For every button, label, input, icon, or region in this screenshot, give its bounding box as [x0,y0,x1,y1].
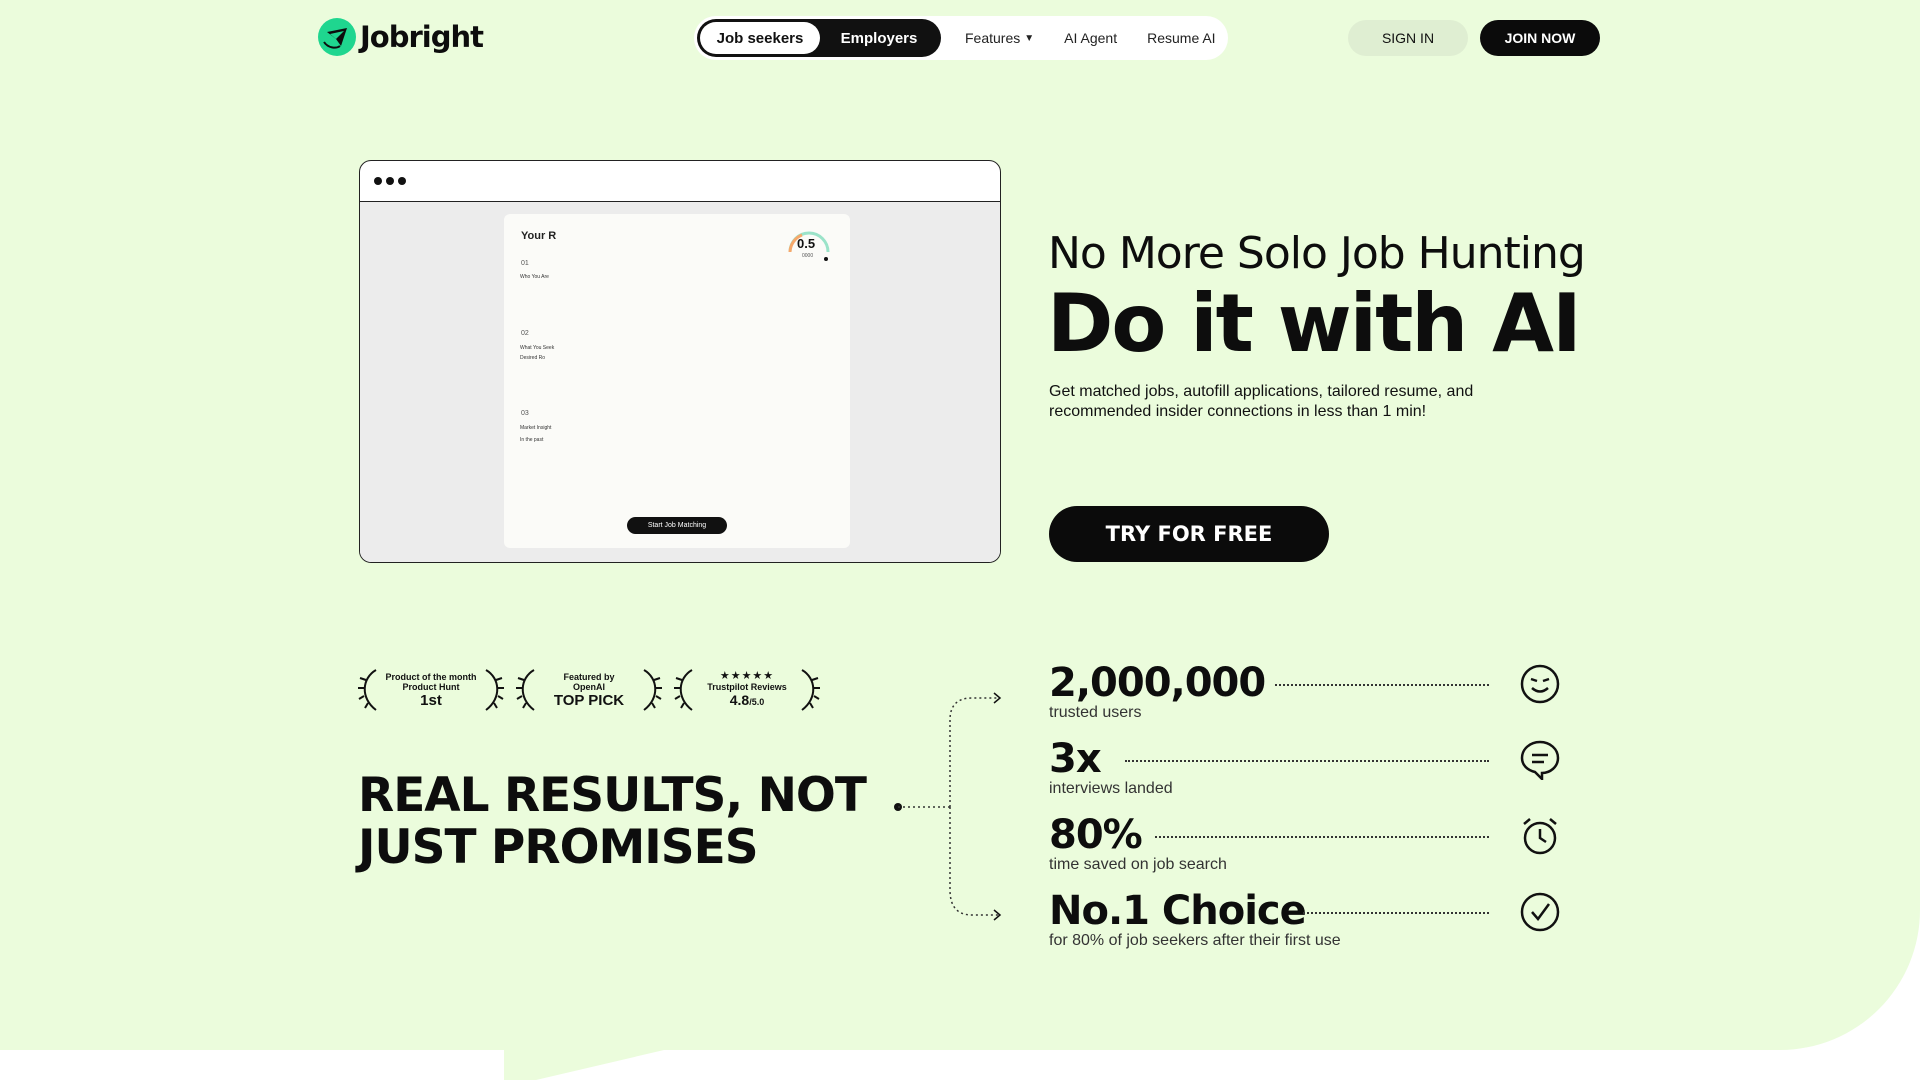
window-dot [386,177,394,185]
logo-icon [318,18,356,56]
join-now-button[interactable]: JOIN NOW [1480,20,1600,56]
award-line2: Product Hunt [402,681,460,692]
rating-suffix: /5.0 [749,696,765,707]
top-nav: Jobright Job seekers Employers Features … [0,0,1920,76]
hero-title: Do it with AI [1047,277,1582,370]
card-title: Your R [521,230,557,242]
stat-value: No.1 Choice [1049,888,1307,934]
stat-label: trusted users [1049,704,1142,721]
laurel-left-icon [358,669,377,711]
try-for-free-button[interactable]: TRY FOR FREE [1049,506,1329,562]
laurel-right-icon [643,669,662,711]
start-job-matching-button[interactable]: Start Job Matching [627,517,727,534]
award-big: 1st [420,691,442,709]
laurel-left-icon [516,669,535,711]
results-heading: REAL RESULTS, NOT JUST PROMISES [358,768,867,875]
chat-bubble-icon [1520,740,1560,780]
awards-row: Product of the month Product Hunt 1st Fe… [358,666,820,714]
laurel-right-icon [485,669,504,711]
award-line1: Featured by [563,671,615,682]
window-dot [398,177,406,185]
window-titlebar [360,161,1000,202]
caret-down-icon: ▼ [1024,32,1035,44]
logo-text: Jobright [360,20,484,54]
nav-resume-ai[interactable]: Resume AI [1147,30,1215,46]
tab-job-seekers[interactable]: Job seekers [700,22,820,54]
stat-users: 2,000,000 trusted users [1049,660,1569,724]
stat-no1-choice: No.1 Choice for 80% of job seekers after… [1049,888,1569,952]
hero-subtitle: No More Solo Job Hunting [1048,228,1586,279]
match-score-sub: 0000 [802,253,814,259]
sign-in-button[interactable]: SIGN IN [1348,20,1468,56]
nav-links: Features ▼ AI Agent Resume AI [965,30,1216,46]
step-subtext: In the past [520,437,544,443]
match-score: 0.5 [797,236,816,251]
stat-time-saved: 80% time saved on job search [1049,812,1569,876]
step-number: 01 [521,260,529,267]
dotted-divider [1275,684,1489,686]
stat-label: interviews landed [1049,780,1173,797]
window-dot [374,177,382,185]
award-rating: 4.8/5.0 [730,692,764,710]
product-preview-window: Your R 0.5 0000 01 Who You Are 02 What Y… [359,160,1001,563]
nav-features[interactable]: Features ▼ [965,30,1034,46]
stat-value: 80% [1049,812,1143,858]
award-line1: Trustpilot Reviews [707,681,787,692]
rating-value: 4.8 [729,691,750,708]
star-rating-icon: ★★★★★ [719,669,775,682]
bottom-notch [504,1050,664,1080]
step-number: 02 [521,330,529,337]
logo[interactable]: Jobright [318,18,484,56]
dotted-divider [1303,912,1489,914]
stat-interviews: 3x interviews landed [1049,736,1569,800]
connector-lines [894,692,1002,921]
match-score-gauge: 0.5 0000 [784,226,834,266]
award-product-hunt: Product of the month Product Hunt 1st [358,666,504,714]
tab-employers[interactable]: Employers [820,30,938,47]
nav-features-label: Features [965,30,1021,46]
step-number: 03 [521,410,529,417]
award-openai: Featured by OpenAI TOP PICK [516,666,662,714]
award-line1: Product of the month [385,671,477,682]
stat-label: time saved on job search [1049,856,1227,873]
smiley-face-icon [1520,664,1560,704]
check-circle-icon [1520,892,1560,932]
stat-value: 2,000,000 [1049,660,1266,706]
award-trustpilot: ★★★★★ Trustpilot Reviews 4.8/5.0 [674,666,820,714]
step-text: Market Insight [520,425,552,431]
dotted-divider [1125,760,1489,762]
dotted-divider [1155,836,1489,838]
nav-ai-agent[interactable]: AI Agent [1064,30,1117,46]
award-line2: OpenAI [572,681,605,692]
award-big: TOP PICK [553,691,625,709]
step-text: Who You Are [520,274,549,280]
laurel-left-icon [674,669,693,711]
nav-pill: Job seekers Employers Features ▼ AI Agen… [694,16,1228,60]
step-subtext: Desired Ro [520,355,546,361]
alarm-clock-icon [1523,818,1557,855]
laurel-right-icon [801,669,820,711]
hero-description: Get matched jobs, autofill applications,… [1049,383,1474,420]
preview-body: Your R 0.5 0000 01 Who You Are 02 What Y… [360,202,1000,562]
resume-card: Your R 0.5 0000 01 Who You Are 02 What Y… [504,214,850,548]
stat-value: 3x [1049,736,1102,782]
step-text: What You Seek [520,345,555,351]
stat-label: for 80% of job seekers after their first… [1049,932,1341,949]
audience-switch: Job seekers Employers [697,19,941,57]
